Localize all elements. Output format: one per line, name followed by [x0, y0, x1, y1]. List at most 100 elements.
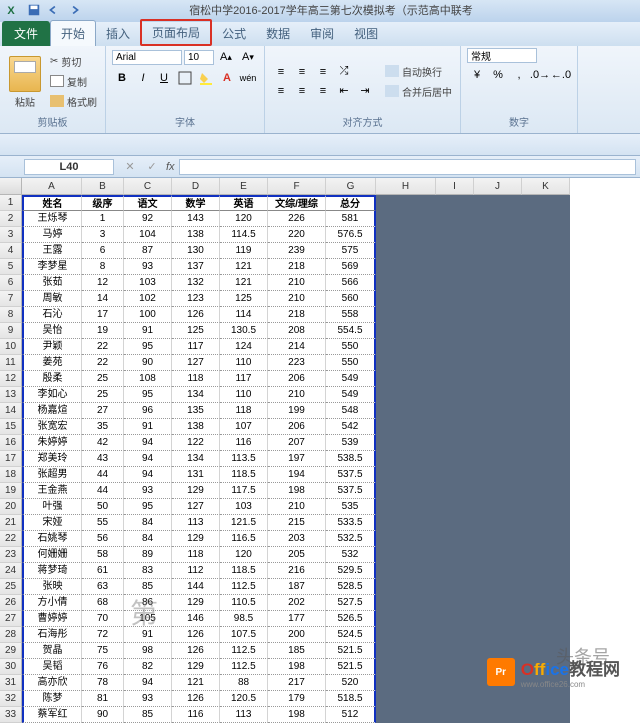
- table-cell[interactable]: 113: [220, 707, 268, 723]
- table-cell[interactable]: 76: [82, 659, 124, 675]
- table-cell[interactable]: 98.5: [220, 611, 268, 627]
- column-header[interactable]: C: [124, 178, 172, 195]
- table-cell[interactable]: 75: [82, 643, 124, 659]
- table-cell[interactable]: 105: [124, 611, 172, 627]
- table-header-cell[interactable]: 总分: [326, 195, 376, 211]
- row-header[interactable]: 20: [0, 499, 22, 515]
- table-cell[interactable]: 85: [124, 707, 172, 723]
- table-cell[interactable]: 223: [268, 355, 326, 371]
- table-cell[interactable]: 526.5: [326, 611, 376, 627]
- table-cell[interactable]: 石沁: [22, 307, 82, 323]
- row-header[interactable]: 18: [0, 467, 22, 483]
- table-cell[interactable]: 陈梦: [22, 691, 82, 707]
- table-cell[interactable]: 石海彤: [22, 627, 82, 643]
- table-cell[interactable]: 198: [268, 483, 326, 499]
- table-cell[interactable]: 周敏: [22, 291, 82, 307]
- table-cell[interactable]: 91: [124, 419, 172, 435]
- table-cell[interactable]: 529.5: [326, 563, 376, 579]
- table-cell[interactable]: 张超男: [22, 467, 82, 483]
- table-cell[interactable]: 94: [124, 435, 172, 451]
- table-cell[interactable]: 8: [82, 259, 124, 275]
- table-cell[interactable]: 521.5: [326, 659, 376, 675]
- table-cell[interactable]: 61: [82, 563, 124, 579]
- table-cell[interactable]: 17: [82, 307, 124, 323]
- table-header-cell[interactable]: 级序: [82, 195, 124, 211]
- table-cell[interactable]: 560: [326, 291, 376, 307]
- table-cell[interactable]: 129: [172, 595, 220, 611]
- table-cell[interactable]: 533.5: [326, 515, 376, 531]
- orientation-icon[interactable]: ⤮: [334, 63, 354, 81]
- table-cell[interactable]: 215: [268, 515, 326, 531]
- table-cell[interactable]: 202: [268, 595, 326, 611]
- table-cell[interactable]: 118: [172, 547, 220, 563]
- table-cell[interactable]: 22: [82, 355, 124, 371]
- tab-formulas[interactable]: 公式: [212, 21, 256, 46]
- table-cell[interactable]: 马婷: [22, 227, 82, 243]
- table-cell[interactable]: 575: [326, 243, 376, 259]
- table-header-cell[interactable]: 数学: [172, 195, 220, 211]
- table-cell[interactable]: 118: [172, 371, 220, 387]
- align-left-icon[interactable]: ≡: [271, 82, 291, 100]
- table-cell[interactable]: 25: [82, 387, 124, 403]
- table-cell[interactable]: 187: [268, 579, 326, 595]
- table-cell[interactable]: 114.5: [220, 227, 268, 243]
- table-cell[interactable]: 539: [326, 435, 376, 451]
- table-cell[interactable]: 96: [124, 403, 172, 419]
- table-cell[interactable]: 95: [124, 387, 172, 403]
- table-cell[interactable]: 121.5: [220, 515, 268, 531]
- table-cell[interactable]: 117: [220, 371, 268, 387]
- table-cell[interactable]: 218: [268, 307, 326, 323]
- table-cell[interactable]: 方小倩: [22, 595, 82, 611]
- table-cell[interactable]: 569: [326, 259, 376, 275]
- table-cell[interactable]: 88: [220, 675, 268, 691]
- table-cell[interactable]: 118.5: [220, 563, 268, 579]
- select-all-corner[interactable]: [0, 178, 22, 195]
- table-cell[interactable]: 石姚琴: [22, 531, 82, 547]
- table-cell[interactable]: 110.5: [220, 595, 268, 611]
- table-cell[interactable]: 129: [172, 483, 220, 499]
- table-cell[interactable]: 113.5: [220, 451, 268, 467]
- row-header[interactable]: 32: [0, 691, 22, 707]
- table-cell[interactable]: 100: [124, 307, 172, 323]
- table-cell[interactable]: 532: [326, 547, 376, 563]
- table-cell[interactable]: 125: [220, 291, 268, 307]
- table-cell[interactable]: 78: [82, 675, 124, 691]
- table-cell[interactable]: 117: [172, 339, 220, 355]
- table-cell[interactable]: 95: [124, 499, 172, 515]
- column-header[interactable]: E: [220, 178, 268, 195]
- table-cell[interactable]: 李梦星: [22, 259, 82, 275]
- tab-review[interactable]: 审阅: [300, 21, 344, 46]
- table-cell[interactable]: 210: [268, 499, 326, 515]
- table-cell[interactable]: 6: [82, 243, 124, 259]
- table-cell[interactable]: 179: [268, 691, 326, 707]
- currency-icon[interactable]: ¥: [467, 66, 487, 84]
- cancel-formula-icon[interactable]: ✕: [120, 158, 140, 176]
- table-cell[interactable]: 518.5: [326, 691, 376, 707]
- percent-icon[interactable]: %: [488, 66, 508, 84]
- table-cell[interactable]: 尹颖: [22, 339, 82, 355]
- row-header[interactable]: 25: [0, 579, 22, 595]
- table-cell[interactable]: 27: [82, 403, 124, 419]
- tab-data[interactable]: 数据: [256, 21, 300, 46]
- row-header[interactable]: 33: [0, 707, 22, 723]
- table-cell[interactable]: 127: [172, 499, 220, 515]
- table-cell[interactable]: 127: [172, 355, 220, 371]
- accept-formula-icon[interactable]: ✓: [142, 158, 162, 176]
- table-cell[interactable]: 王露: [22, 243, 82, 259]
- table-cell[interactable]: 宋娅: [22, 515, 82, 531]
- row-header[interactable]: 9: [0, 323, 22, 339]
- table-cell[interactable]: 549: [326, 371, 376, 387]
- increase-decimal-icon[interactable]: .0→: [530, 66, 550, 84]
- table-cell[interactable]: 63: [82, 579, 124, 595]
- table-cell[interactable]: 22: [82, 339, 124, 355]
- table-cell[interactable]: 581: [326, 211, 376, 227]
- table-cell[interactable]: 120: [220, 547, 268, 563]
- table-cell[interactable]: 81: [82, 691, 124, 707]
- table-cell[interactable]: 12: [82, 275, 124, 291]
- table-header-cell[interactable]: 姓名: [22, 195, 82, 211]
- table-cell[interactable]: 87: [124, 243, 172, 259]
- row-header[interactable]: 4: [0, 243, 22, 259]
- table-cell[interactable]: 121: [172, 675, 220, 691]
- row-header[interactable]: 16: [0, 435, 22, 451]
- table-cell[interactable]: 117.5: [220, 483, 268, 499]
